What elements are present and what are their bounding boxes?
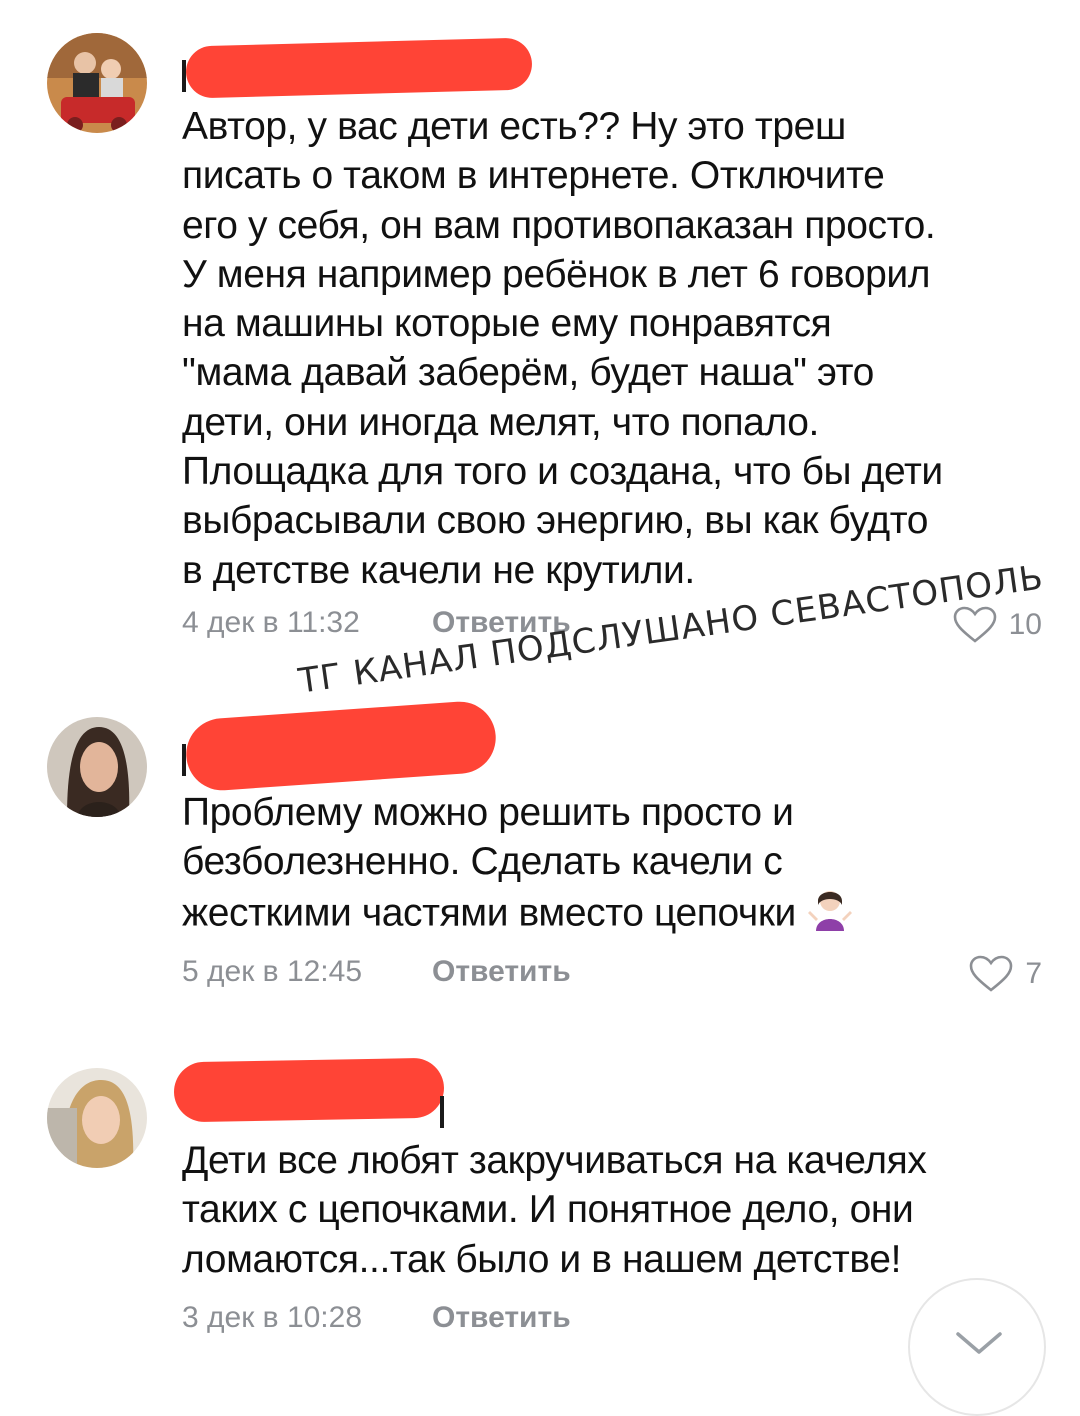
text-line: У меня например ребёнок в лет 6 говорил xyxy=(182,252,931,296)
text-line: Проблему можно решить просто и xyxy=(182,791,794,834)
comment-text: Проблему можно решить просто и безболезн… xyxy=(182,788,1052,943)
like-button[interactable]: 10 xyxy=(953,606,1042,644)
chevron-down-icon xyxy=(956,1332,1002,1354)
text-line: безболезненно. Сделать качели с xyxy=(182,840,783,884)
comment-text: Дети все любят закручиваться на качелях … xyxy=(182,1136,1052,1284)
text-line: таких с цепочками. И понятное дело, они xyxy=(182,1188,914,1232)
avatar-image xyxy=(47,33,147,133)
reply-button[interactable]: Ответить xyxy=(432,955,571,989)
comment-meta: 5 дек в 12:45 Ответить 7 xyxy=(182,955,1042,995)
text-line: Дети все любят закручиваться на качелях xyxy=(182,1139,927,1182)
text-line: ломаются...так было и в нашем детстве! xyxy=(182,1237,902,1281)
text-line: его у себя, он вам противопаказан просто… xyxy=(182,203,936,247)
text-line: на машины которые ему понравятся xyxy=(182,302,832,346)
redaction-mark xyxy=(173,1057,445,1123)
author-final-letter xyxy=(440,1096,444,1128)
like-count: 10 xyxy=(1008,608,1042,641)
text-line: дети, они иногда мелят, что попало. xyxy=(182,400,819,444)
author-name[interactable] xyxy=(182,37,542,102)
comment-date: 3 дек в 10:28 xyxy=(182,1301,363,1334)
text-line: выбрасывали свою энергию, вы как будто xyxy=(182,499,929,543)
like-count: 7 xyxy=(1025,957,1042,990)
avatar[interactable] xyxy=(47,1068,147,1168)
author-name[interactable] xyxy=(173,1057,452,1128)
comment-text: Автор, у вас дети есть?? Ну это треш пис… xyxy=(182,102,1052,595)
text-line: жесткими частями вместо цепочки xyxy=(182,891,796,935)
comment-date: 4 дек в 11:32 xyxy=(182,606,360,639)
author-name[interactable] xyxy=(182,699,502,793)
avatar-image xyxy=(47,1068,147,1168)
heart-outline-icon xyxy=(953,606,996,643)
comment-date: 5 дек в 12:45 xyxy=(182,955,363,988)
text-line: писать о таком в интернете. Отключите xyxy=(182,154,885,198)
scroll-down-button[interactable] xyxy=(908,1278,1046,1416)
text-line: Автор, у вас дети есть?? Ну это треш xyxy=(182,105,846,148)
avatar-image xyxy=(47,717,147,817)
author-initial xyxy=(182,744,186,776)
avatar[interactable] xyxy=(47,717,147,817)
text-line: Площадка для того и создана, что бы дети xyxy=(182,450,943,494)
avatar[interactable] xyxy=(47,33,147,133)
heart-outline-icon xyxy=(970,955,1013,992)
line-with-emoji: жесткими частями вместо цепочки xyxy=(182,887,1052,943)
person-shrugging-emoji xyxy=(806,887,854,943)
redaction-mark xyxy=(185,37,533,99)
reply-button[interactable]: Ответить xyxy=(432,1301,571,1335)
text-line: "мама давай заберём, будет наша" это xyxy=(182,351,874,395)
like-button[interactable]: 7 xyxy=(969,955,1042,993)
